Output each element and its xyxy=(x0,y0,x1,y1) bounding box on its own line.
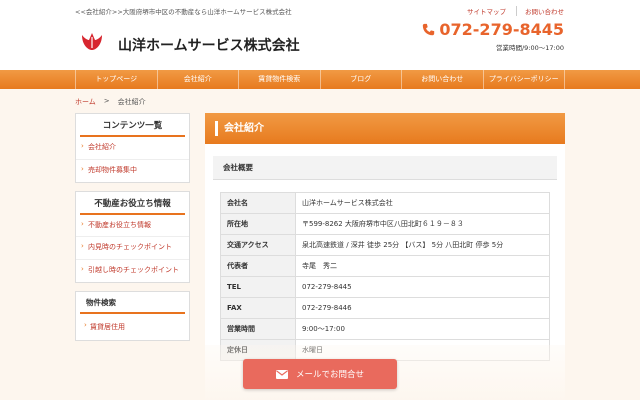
row-value: 9:00～17:00 xyxy=(295,318,550,340)
nav-contact[interactable]: お問い合わせ xyxy=(401,70,483,89)
company-info-table: 会社名 山洋ホームサービス株式会社 所在地 〒599-8262 大阪府堺市中区八田北… xyxy=(220,192,550,361)
property-search-box: 物件検索 賃貸居住用 xyxy=(75,290,190,341)
top-links: サイトマップ お問い合わせ xyxy=(467,6,564,16)
mail-icon xyxy=(275,369,288,379)
nav-blog[interactable]: ブログ xyxy=(319,70,402,89)
table-row: 会社名 山洋ホームサービス株式会社 xyxy=(220,192,550,214)
breadcrumb-separator: > xyxy=(103,97,110,105)
site-header: <<会社紹介>>大阪府堺市中区の不動産なら山洋ホームサービス株式会社 山洋ホーム… xyxy=(0,0,640,70)
mail-contact-button[interactable]: メールでお問合せ xyxy=(243,359,397,389)
row-value: 〒599-8262 大阪府堺市中区八田北町６１９－８３ xyxy=(295,213,550,235)
breadcrumb-current: 会社紹介 xyxy=(117,98,146,106)
row-value: 寺尾 秀二 xyxy=(295,255,550,277)
company-name[interactable]: 山洋ホームサービス株式会社 xyxy=(118,35,300,55)
sidebar-item-company[interactable]: 会社紹介 xyxy=(76,137,189,160)
sidebar: コンテンツ一覧 会社紹介 売却物件募集中 不動産お役立ち情報 不動産お役立ち情報… xyxy=(75,113,190,341)
sidebar-item-tips[interactable]: 不動産お役立ち情報 xyxy=(76,215,189,238)
table-row: 代表者 寺尾 秀二 xyxy=(220,255,550,277)
nav-company[interactable]: 会社紹介 xyxy=(156,70,239,89)
phone-icon xyxy=(423,23,435,36)
row-key: 営業時間 xyxy=(220,318,296,340)
sidebar-item-rental-residential[interactable]: 賃貸居住用 xyxy=(76,314,189,340)
nav-privacy[interactable]: プライバシーポリシー xyxy=(482,70,565,89)
row-key: 会社名 xyxy=(220,192,296,214)
row-key: FAX xyxy=(220,297,296,319)
property-search-title: 物件検索 xyxy=(80,292,185,314)
row-key: 所在地 xyxy=(220,213,296,235)
sidebar-item-moving-check[interactable]: 引越し時のチェックポイント xyxy=(76,260,189,282)
table-row: 交通アクセス 泉北高速鉄道 / 深井 徒歩 25分 【バス】 5分 八田北町 停歩… xyxy=(220,234,550,256)
row-value: 山洋ホームサービス株式会社 xyxy=(295,192,550,214)
sidebar-item-viewing-check[interactable]: 内見時のチェックポイント xyxy=(76,237,189,261)
row-key: TEL xyxy=(220,276,296,298)
business-hours: 営業時間/9:00～17:00 xyxy=(495,44,564,52)
tips-title: 不動産お役立ち情報 xyxy=(80,192,185,215)
breadcrumb-home[interactable]: ホーム xyxy=(75,97,96,107)
contact-link[interactable]: お問い合わせ xyxy=(516,6,564,16)
table-row: TEL 072-279-8445 xyxy=(220,276,550,298)
phone-number[interactable]: 072-279-8445 xyxy=(422,20,564,39)
row-key: 代表者 xyxy=(220,255,296,277)
header-breadcrumb: <<会社紹介>>大阪府堺市中区の不動産なら山洋ホームサービス株式会社 xyxy=(75,8,292,16)
row-key: 交通アクセス xyxy=(220,234,296,256)
sitemap-link[interactable]: サイトマップ xyxy=(467,6,506,16)
mail-button-label: メールでお問合せ xyxy=(295,370,364,380)
contents-title: コンテンツ一覧 xyxy=(80,114,185,137)
table-row: 営業時間 9:00～17:00 xyxy=(220,318,550,340)
breadcrumb: ホーム > 会社紹介 xyxy=(75,97,146,107)
phone-text: 072-279-8445 xyxy=(439,20,564,39)
global-nav: トップページ 会社紹介 賃貸物件検索 ブログ お問い合わせ プライバシーポリシー xyxy=(0,70,640,89)
nav-rental-search[interactable]: 賃貸物件検索 xyxy=(238,70,320,89)
table-row: FAX 072-279-8446 xyxy=(220,297,550,319)
nav-top[interactable]: トップページ xyxy=(75,70,157,89)
row-value: 072-279-8445 xyxy=(295,276,550,298)
table-row: 所在地 〒599-8262 大阪府堺市中区八田北町６１９－８３ xyxy=(220,213,550,235)
row-value: 072-279-8446 xyxy=(295,297,550,319)
page-title: 会社紹介 xyxy=(205,113,565,144)
tips-box: 不動産お役立ち情報 不動産お役立ち情報 内見時のチェックポイント 引越し時のチェ… xyxy=(75,190,190,283)
sidebar-item-sale-listing[interactable]: 売却物件募集中 xyxy=(76,160,189,182)
logo-icon[interactable] xyxy=(80,31,104,51)
contents-box: コンテンツ一覧 会社紹介 売却物件募集中 xyxy=(75,113,190,183)
row-value: 泉北高速鉄道 / 深井 徒歩 25分 【バス】 5分 八田北町 停歩 5分 xyxy=(295,234,550,256)
section-title: 会社概要 xyxy=(213,156,557,180)
